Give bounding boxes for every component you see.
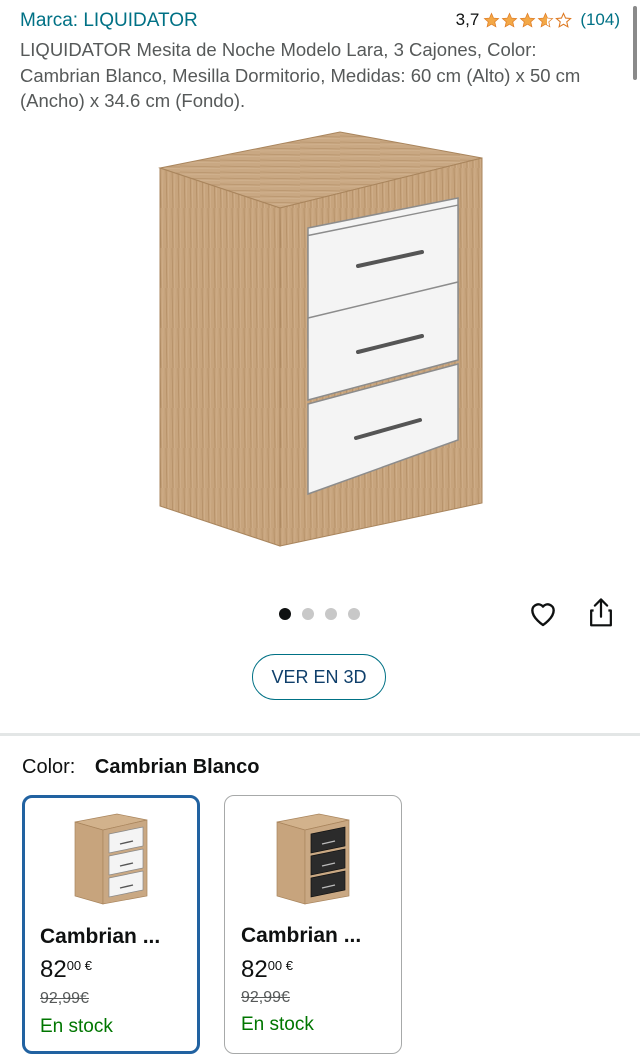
favorite-button[interactable] (526, 596, 560, 630)
share-icon (590, 598, 612, 627)
product-title: LIQUIDATOR Mesita de Noche Modelo Lara, … (20, 39, 581, 111)
star-icon (483, 12, 500, 28)
pager-dot[interactable] (325, 608, 337, 620)
product-image[interactable] (140, 128, 500, 558)
rating-count-link[interactable]: (104) (580, 10, 620, 30)
variant-label: Color: Cambrian Blanco (22, 756, 259, 779)
pager-dot[interactable] (348, 608, 360, 620)
variant-old-price: 92,99€ (241, 989, 290, 1006)
variant-name: Cambrian ... (241, 924, 362, 947)
variant-price: 8200 € (241, 956, 293, 984)
variant-card-black[interactable]: Cambrian ... 8200 € 92,99€ En stock (224, 795, 402, 1054)
image-pager[interactable] (279, 608, 360, 620)
star-icon (501, 12, 518, 28)
rating[interactable]: 3,7 (104) (456, 10, 620, 30)
price-fraction: 00 € (66, 958, 93, 973)
star-empty-icon (555, 11, 573, 28)
variant-thumbnail (276, 813, 350, 905)
heart-icon (531, 603, 555, 627)
rating-value: 3,7 (455, 10, 480, 29)
section-divider (0, 733, 640, 736)
star-icon (519, 12, 536, 28)
variant-thumbnail (74, 813, 148, 905)
variant-name: Cambrian ... (40, 925, 161, 948)
variant-price: 8200 € (40, 956, 92, 984)
scrollbar[interactable] (633, 6, 637, 80)
star-half-icon (537, 12, 554, 28)
variant-selected-value: Cambrian Blanco (94, 756, 260, 778)
variant-card-white[interactable]: Cambrian ... 8200 € 92,99€ En stock (22, 795, 200, 1054)
price-fraction: 00 € (267, 958, 294, 973)
variant-stock: En stock (40, 1016, 113, 1037)
pager-dot[interactable] (302, 608, 314, 620)
brand-row: Marca: LIQUIDATOR 3,7 (104) (20, 10, 620, 36)
price-whole: 82 (40, 956, 67, 983)
variant-old-price: 92,99€ (40, 990, 89, 1007)
view-3d-button[interactable]: VER EN 3D (252, 654, 386, 700)
variant-label-key: Color: (22, 756, 76, 778)
share-button[interactable] (584, 596, 618, 630)
rating-stars (483, 11, 573, 29)
pager-dot[interactable] (279, 608, 291, 620)
price-whole: 82 (241, 956, 268, 983)
variant-stock: En stock (241, 1014, 314, 1035)
brand-link[interactable]: Marca: LIQUIDATOR (20, 10, 198, 32)
